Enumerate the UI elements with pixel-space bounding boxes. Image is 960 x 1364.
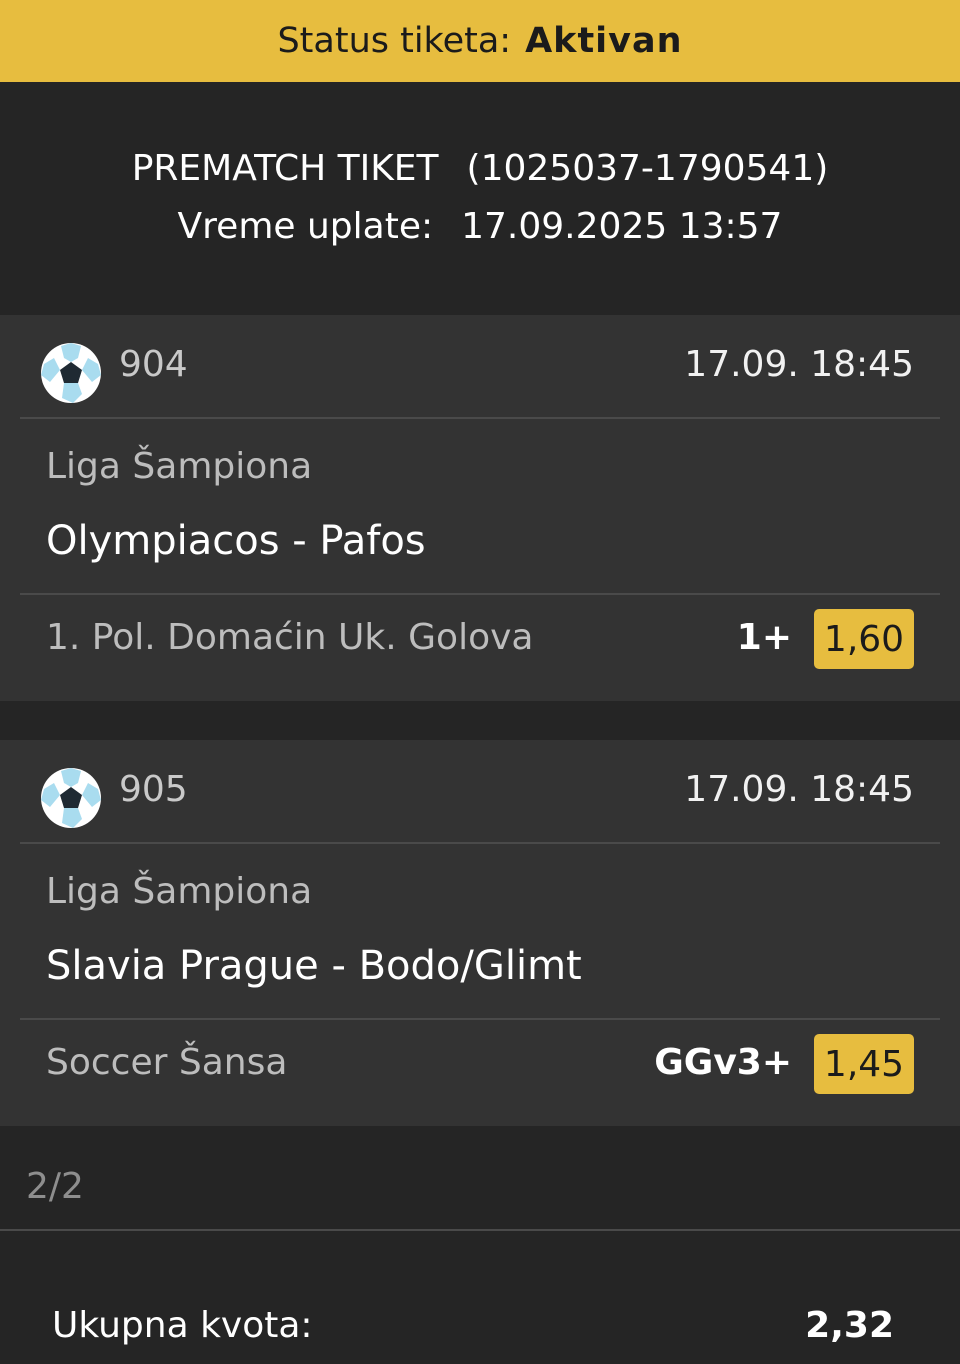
odd-badge: 1,60 — [814, 609, 914, 669]
bet-code: 904 — [119, 344, 188, 385]
bet-market: 1. Pol. Domaćin Uk. Golova — [46, 617, 534, 658]
paid-time-label: Vreme uplate: — [177, 206, 434, 247]
total-odds-label: Ukupna kvota: — [52, 1305, 313, 1346]
bet-code: 905 — [119, 769, 188, 810]
match-name: Slavia Prague - Bodo/Glimt — [46, 943, 582, 989]
bet-card[interactable]: 904 17.09. 18:45 Liga Šampiona Olympiaco… — [0, 315, 960, 701]
paid-time-value: 17.09.2025 13:57 — [461, 206, 783, 247]
soccer-ball-icon — [41, 343, 101, 403]
bet-time: 17.09. 18:45 — [684, 344, 914, 385]
soccer-ball-icon — [41, 768, 101, 828]
ticket-type: PREMATCH TIKET — [131, 148, 439, 189]
divider — [20, 593, 940, 595]
bet-market: Soccer Šansa — [46, 1042, 288, 1083]
bet-card[interactable]: 905 17.09. 18:45 Liga Šampiona Slavia Pr… — [0, 740, 960, 1126]
bet-count: 2/2 — [26, 1166, 84, 1207]
status-value: Aktivan — [525, 21, 683, 61]
bet-pick: 1+ — [736, 617, 792, 658]
divider — [0, 1229, 960, 1231]
status-label: Status tiketa: — [277, 21, 512, 61]
league-name: Liga Šampiona — [46, 871, 313, 912]
divider — [20, 1018, 940, 1020]
bet-card-header: 904 17.09. 18:45 — [20, 315, 940, 419]
odd-badge: 1,45 — [814, 1034, 914, 1094]
league-name: Liga Šampiona — [46, 446, 313, 487]
ticket-id: (1025037-1790541) — [466, 148, 829, 189]
bet-pick: GGv3+ — [654, 1042, 792, 1083]
ticket-status-bar: Status tiketa: Aktivan — [0, 0, 960, 82]
bet-card-header: 905 17.09. 18:45 — [20, 740, 940, 844]
ticket-header: PREMATCH TIKET (1025037-1790541) Vreme up… — [0, 140, 960, 256]
total-odds-value: 2,32 — [805, 1305, 894, 1346]
bet-time: 17.09. 18:45 — [684, 769, 914, 810]
match-name: Olympiacos - Pafos — [46, 518, 426, 564]
